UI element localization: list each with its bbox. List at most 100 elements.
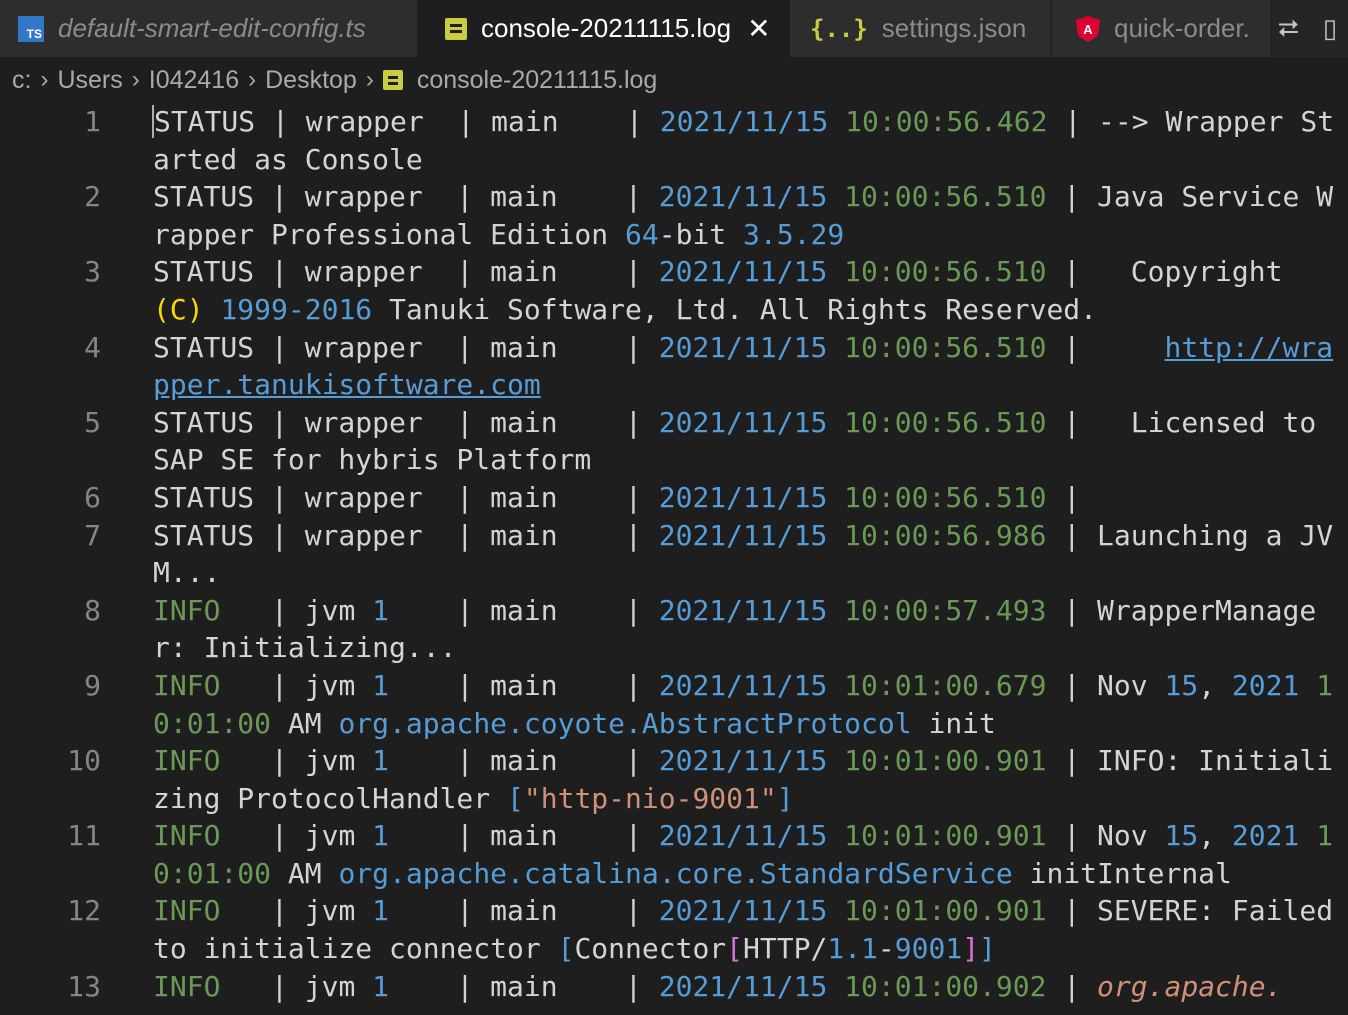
line-content: STATUS | wrapper | main | 2021/11/15 10:… [153,329,1343,404]
log-token: 10:01:00.902 [844,969,1047,1003]
close-icon[interactable]: ✕ [747,14,770,43]
log-token: 2021/11/15 [659,105,829,138]
log-token [827,594,844,627]
breadcrumb-item-user[interactable]: I042416 [149,66,239,95]
log-token: | Nov [1046,819,1165,853]
log-token: STATUS | wrapper | main | [153,255,659,289]
log-token: [ [726,932,744,966]
code-line[interactable]: 7 STATUS | wrapper | main | 2021/11/15 10… [0,517,1348,592]
line-number: 13 [67,969,101,1003]
code-line[interactable]: 3 STATUS | wrapper | main | 2021/11/15 10… [0,253,1348,328]
line-content: INFO | jvm 1 | main | 2021/11/15 10:00:5… [153,592,1343,667]
line-number: 3 [84,255,101,289]
log-token: Connector [574,932,727,966]
log-token: 15 [1164,668,1199,702]
line-content: INFO | jvm 1 | main | 2021/11/15 10:01:0… [153,742,1343,817]
line-number: 12 [67,894,101,928]
log-token: 2021/11/15 [658,744,828,778]
code-line[interactable]: 4 STATUS | wrapper | main | 2021/11/15 10… [0,329,1348,404]
compare-changes-icon[interactable]: ⮂ [1278,13,1299,45]
line-number: 4 [84,330,101,364]
code-line[interactable]: 13 INFO | jvm 1 | main | 2021/11/15 10:01… [0,968,1348,1006]
log-token: 1 [372,744,390,778]
log-token: 2021/11/15 [658,330,828,364]
log-token: 3.5.29 [743,217,845,251]
breadcrumb-item-desktop[interactable]: Desktop [265,66,357,95]
log-token: [ [557,932,575,966]
split-editor-icon[interactable]: ▯ [1323,13,1337,44]
log-token: 2021/11/15 [658,180,828,214]
line-number: 1 [84,105,101,138]
log-token [827,669,844,702]
log-token [1299,669,1316,702]
line-content: INFO | jvm 1 | main | 2021/11/15 10:01:0… [153,667,1343,742]
line-number: 6 [84,480,101,514]
log-token [827,519,844,552]
log-token: 10:00:56.510 [844,405,1047,439]
log-token [827,744,844,777]
code-line[interactable]: 5 STATUS | wrapper | main | 2021/11/15 10… [0,404,1348,479]
log-token: | main | [389,593,659,627]
log-token: | jvm [220,894,373,928]
breadcrumb-item-drive[interactable]: c: [12,66,31,95]
line-content: STATUS | wrapper | main | 2021/11/15 10:… [153,178,1343,253]
log-token: 10:00:56.510 [844,480,1047,514]
log-token: | jvm [220,668,373,702]
code-line[interactable]: 11 INFO | jvm 1 | main | 2021/11/15 10:01… [0,817,1348,892]
log-token [827,481,844,514]
breadcrumb-item-file[interactable]: console-20211115.log [417,66,657,95]
log-token: 10:00:57.493 [844,593,1047,627]
line-number: 11 [67,819,101,853]
log-token: | Nov [1046,668,1165,702]
log-token: INFO [153,969,221,1003]
log-token: , [1198,819,1232,853]
log-file-icon [382,70,403,90]
log-token: org.apache.catalina.core.StandardService [338,856,1013,890]
tab-console-log[interactable]: console-20211115.log ✕ [418,0,790,57]
code-line[interactable]: 12 INFO | jvm 1 | main | 2021/11/15 10:01… [0,892,1348,967]
log-token: 2021/11/15 [658,405,828,439]
log-token [827,180,844,213]
tab-settings-json[interactable]: {..} settings.json [790,0,1052,57]
line-content: INFO | jvm 1 | main | 2021/11/15 10:01:0… [153,892,1343,967]
code-line[interactable]: 8 INFO | jvm 1 | main | 2021/11/15 10:00:… [0,592,1348,667]
log-token: INFO [153,894,221,928]
editor-text-area[interactable]: 1 STATUS | wrapper | main | 2021/11/15 10… [0,103,1348,1015]
log-token: 1 [372,894,390,928]
log-token: "http-nio-9001" [523,781,777,815]
line-content: STATUS | wrapper | main | 2021/11/15 10:… [153,253,1343,328]
log-token: 9001 [894,932,963,966]
log-token: AM [271,856,339,890]
line-content: INFO | jvm 1 | main | 2021/11/15 10:01:0… [153,817,1343,892]
log-token: | jvm [220,744,373,778]
log-token: | jvm [220,593,373,627]
log-token: 2021/11/15 [658,518,828,552]
log-token: STATUS | wrapper | main | [153,180,659,214]
log-token: INFO [153,744,221,778]
code-line[interactable]: 10 INFO | jvm 1 | main | 2021/11/15 10:01… [0,742,1348,817]
tab-quick-order[interactable]: A quick-order. [1052,0,1272,57]
log-token: 10:00:56.510 [844,255,1047,289]
tab-bar: TS default-smart-edit-config.ts console-… [0,0,1348,57]
log-token: | [1046,480,1081,514]
log-token: 64 [625,217,659,251]
log-token [1299,819,1316,852]
log-token: Tanuki Software, Ltd. All Rights Reserve… [372,292,1098,326]
code-line[interactable]: 6 STATUS | wrapper | main | 2021/11/15 10… [0,479,1348,517]
log-token: ] [962,932,980,966]
log-token: 2021/11/15 [658,668,828,702]
tab-default-smart-edit-config[interactable]: TS default-smart-edit-config.ts [0,0,418,57]
breadcrumb-item-users[interactable]: Users [57,66,122,95]
code-line[interactable]: 1 STATUS | wrapper | main | 2021/11/15 10… [0,103,1348,178]
log-token: | Copyright [1046,255,1300,289]
log-token: , [1198,668,1232,702]
log-token: AM [271,706,339,740]
code-line[interactable]: 2 STATUS | wrapper | main | 2021/11/15 10… [0,178,1348,253]
log-token: 10:00:56.986 [844,518,1047,552]
line-content: STATUS | wrapper | main | 2021/11/15 10:… [152,103,1343,178]
log-token: (C) [153,292,204,326]
tab-label: settings.json [881,13,1027,43]
log-token: | [1046,969,1098,1003]
log-token: INFO [153,668,221,702]
code-line[interactable]: 9 INFO | jvm 1 | main | 2021/11/15 10:01:… [0,667,1348,742]
